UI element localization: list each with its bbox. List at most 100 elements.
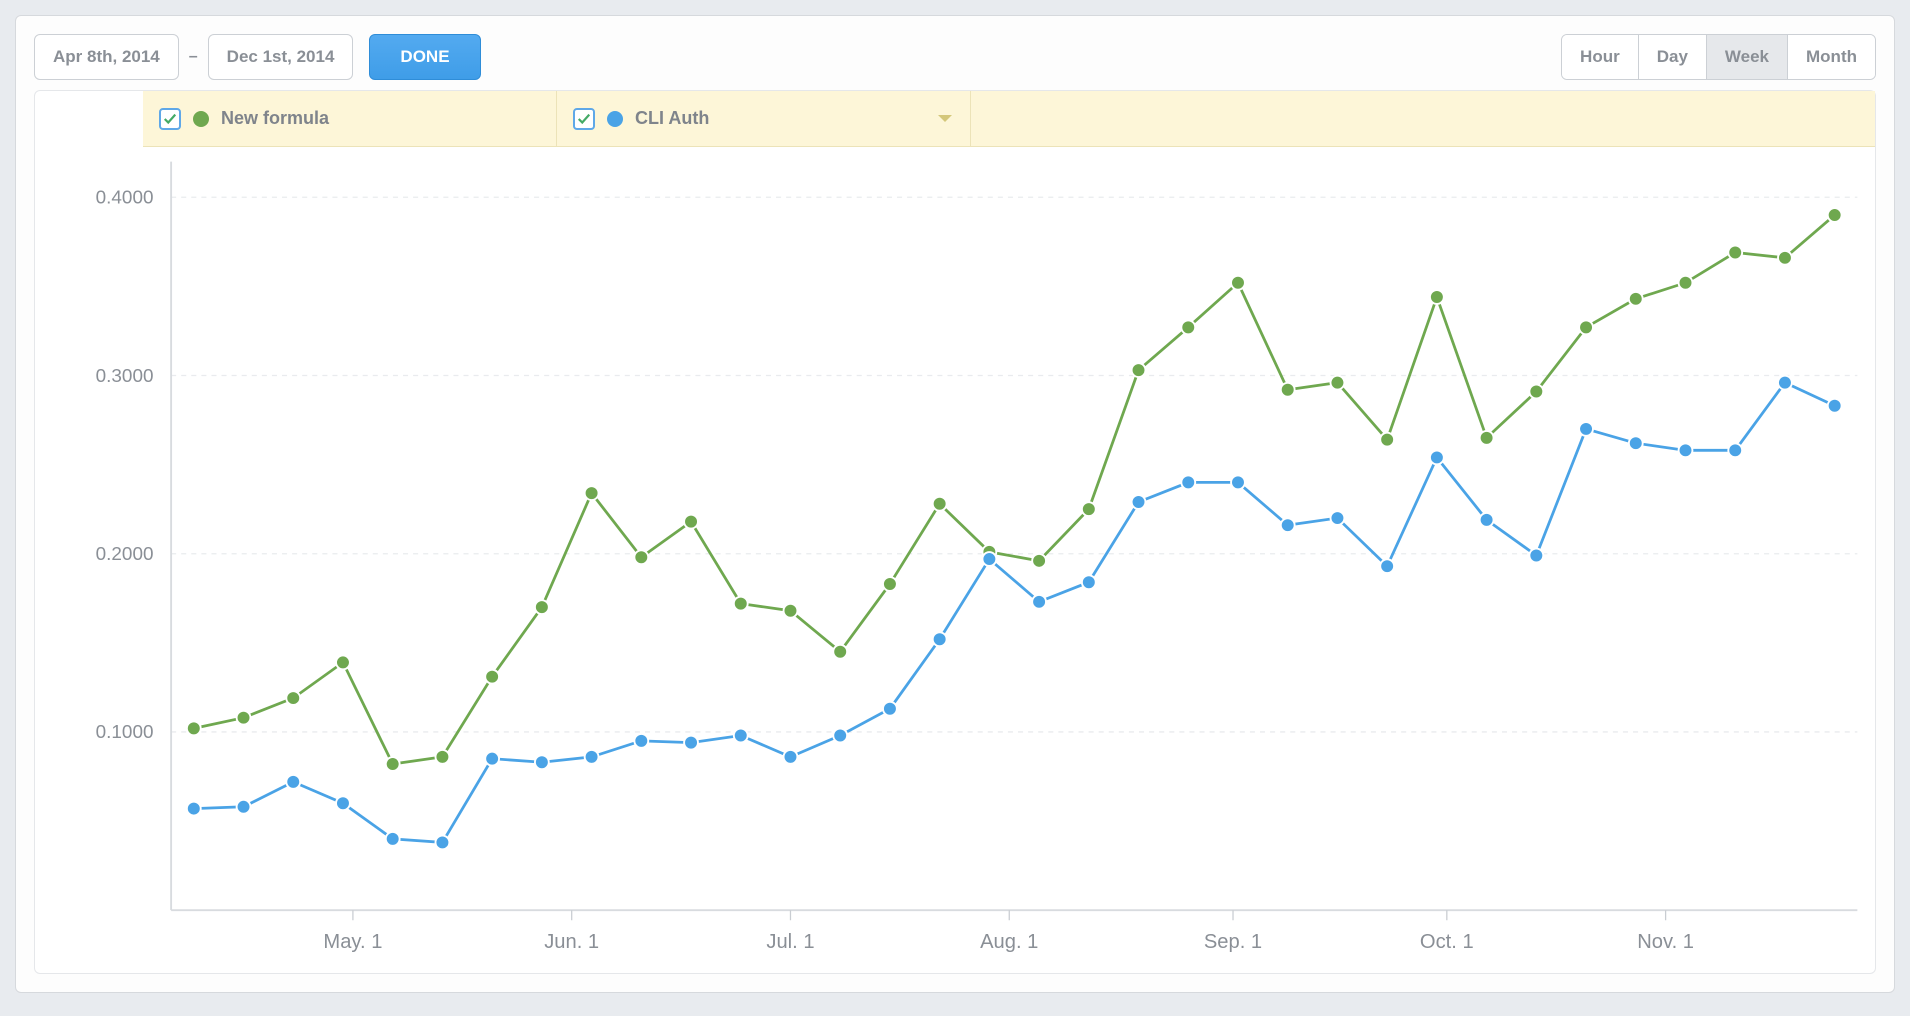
chart-container: New formulaCLI Auth 0.10000.20000.30000.… bbox=[34, 90, 1876, 974]
granularity-hour[interactable]: Hour bbox=[1562, 35, 1638, 79]
y-axis-tick-label: 0.3000 bbox=[96, 366, 154, 387]
analytics-panel: Apr 8th, 2014 – Dec 1st, 2014 DONE HourD… bbox=[15, 15, 1895, 993]
data-point[interactable] bbox=[1529, 385, 1543, 399]
legend-checkbox[interactable] bbox=[573, 108, 595, 130]
x-axis-tick-label: Jun. 1 bbox=[544, 931, 599, 953]
data-point[interactable] bbox=[336, 796, 350, 810]
x-axis-tick-label: May. 1 bbox=[323, 931, 382, 953]
data-point[interactable] bbox=[1331, 511, 1345, 525]
data-point[interactable] bbox=[734, 729, 748, 743]
data-point[interactable] bbox=[435, 750, 449, 764]
y-axis-tick-label: 0.2000 bbox=[96, 544, 154, 565]
granularity-month[interactable]: Month bbox=[1787, 35, 1875, 79]
legend-item: New formula bbox=[143, 91, 557, 146]
data-point[interactable] bbox=[535, 600, 549, 614]
data-point[interactable] bbox=[585, 486, 599, 500]
data-point[interactable] bbox=[933, 632, 947, 646]
data-point[interactable] bbox=[187, 802, 201, 816]
data-point[interactable] bbox=[485, 670, 499, 684]
data-point[interactable] bbox=[1032, 554, 1046, 568]
data-point[interactable] bbox=[833, 645, 847, 659]
toolbar: Apr 8th, 2014 – Dec 1st, 2014 DONE HourD… bbox=[34, 34, 1876, 80]
data-point[interactable] bbox=[1082, 575, 1096, 589]
data-point[interactable] bbox=[1579, 320, 1593, 334]
data-point[interactable] bbox=[1231, 475, 1245, 489]
legend-bar: New formula CLI Auth bbox=[143, 91, 1875, 147]
data-point[interactable] bbox=[634, 550, 648, 564]
data-point[interactable] bbox=[1579, 422, 1593, 436]
data-point[interactable] bbox=[1778, 251, 1792, 265]
data-point[interactable] bbox=[1629, 292, 1643, 306]
date-from-button[interactable]: Apr 8th, 2014 bbox=[34, 34, 179, 80]
data-point[interactable] bbox=[286, 691, 300, 705]
data-point[interactable] bbox=[784, 750, 798, 764]
data-point[interactable] bbox=[1828, 208, 1842, 222]
data-point[interactable] bbox=[1679, 443, 1693, 457]
data-point[interactable] bbox=[1231, 276, 1245, 290]
date-to-button[interactable]: Dec 1st, 2014 bbox=[208, 34, 354, 80]
data-point[interactable] bbox=[1331, 376, 1345, 390]
data-point[interactable] bbox=[237, 800, 251, 814]
data-point[interactable] bbox=[1082, 502, 1096, 516]
data-point[interactable] bbox=[1430, 290, 1444, 304]
data-point[interactable] bbox=[435, 836, 449, 850]
y-axis-tick-label: 0.1000 bbox=[96, 722, 154, 743]
granularity-group: HourDayWeekMonth bbox=[1561, 34, 1876, 80]
data-point[interactable] bbox=[1380, 433, 1394, 447]
done-button[interactable]: DONE bbox=[369, 34, 480, 80]
line-chart: 0.10000.20000.30000.4000May. 1Jun. 1Jul.… bbox=[35, 91, 1875, 973]
data-point[interactable] bbox=[386, 832, 400, 846]
data-point[interactable] bbox=[734, 597, 748, 611]
data-point[interactable] bbox=[237, 711, 251, 725]
data-point[interactable] bbox=[883, 577, 897, 591]
x-axis-tick-label: Aug. 1 bbox=[980, 931, 1038, 953]
data-point[interactable] bbox=[1728, 443, 1742, 457]
data-point[interactable] bbox=[1480, 513, 1494, 527]
data-point[interactable] bbox=[1032, 595, 1046, 609]
series-line bbox=[194, 383, 1835, 843]
data-point[interactable] bbox=[585, 750, 599, 764]
data-point[interactable] bbox=[883, 702, 897, 716]
data-point[interactable] bbox=[1529, 549, 1543, 563]
x-axis-tick-label: Sep. 1 bbox=[1204, 931, 1262, 953]
data-point[interactable] bbox=[1132, 495, 1146, 509]
data-point[interactable] bbox=[833, 729, 847, 743]
legend-checkbox[interactable] bbox=[159, 108, 181, 130]
data-point[interactable] bbox=[386, 757, 400, 771]
data-point[interactable] bbox=[1281, 383, 1295, 397]
series-line bbox=[194, 215, 1835, 764]
data-point[interactable] bbox=[1181, 475, 1195, 489]
data-point[interactable] bbox=[336, 655, 350, 669]
data-point[interactable] bbox=[187, 721, 201, 735]
data-point[interactable] bbox=[1828, 399, 1842, 413]
data-point[interactable] bbox=[684, 736, 698, 750]
x-axis-tick-label: Nov. 1 bbox=[1637, 931, 1694, 953]
legend-color-dot bbox=[607, 111, 623, 127]
legend-color-dot bbox=[193, 111, 209, 127]
data-point[interactable] bbox=[1132, 363, 1146, 377]
data-point[interactable] bbox=[1679, 276, 1693, 290]
toolbar-left: Apr 8th, 2014 – Dec 1st, 2014 DONE bbox=[34, 34, 481, 80]
x-axis-tick-label: Jul. 1 bbox=[766, 931, 814, 953]
data-point[interactable] bbox=[1778, 376, 1792, 390]
granularity-week[interactable]: Week bbox=[1706, 35, 1787, 79]
data-point[interactable] bbox=[1281, 518, 1295, 532]
data-point[interactable] bbox=[784, 604, 798, 618]
data-point[interactable] bbox=[1181, 320, 1195, 334]
data-point[interactable] bbox=[933, 497, 947, 511]
data-point[interactable] bbox=[982, 552, 996, 566]
chevron-down-icon[interactable] bbox=[938, 115, 952, 122]
data-point[interactable] bbox=[1380, 559, 1394, 573]
data-point[interactable] bbox=[1728, 246, 1742, 260]
data-point[interactable] bbox=[634, 734, 648, 748]
data-point[interactable] bbox=[286, 775, 300, 789]
data-point[interactable] bbox=[535, 755, 549, 769]
data-point[interactable] bbox=[1480, 431, 1494, 445]
granularity-day[interactable]: Day bbox=[1638, 35, 1706, 79]
data-point[interactable] bbox=[1430, 451, 1444, 465]
data-point[interactable] bbox=[485, 752, 499, 766]
legend-label: CLI Auth bbox=[635, 108, 709, 129]
x-axis-tick-label: Oct. 1 bbox=[1420, 931, 1474, 953]
data-point[interactable] bbox=[684, 515, 698, 529]
data-point[interactable] bbox=[1629, 436, 1643, 450]
